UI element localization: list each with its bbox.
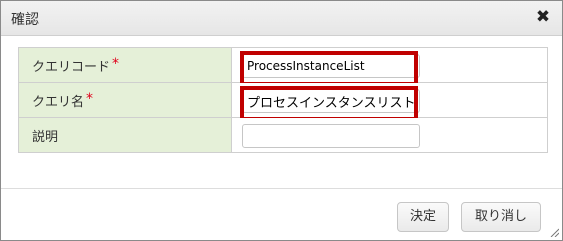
- resize-handle-icon[interactable]: [549, 227, 559, 237]
- query-form-table: クエリコード* クエリ名* 説明: [18, 47, 548, 153]
- close-icon[interactable]: ✖: [534, 8, 552, 26]
- query-name-label: クエリ名: [32, 94, 85, 110]
- description-value-cell: [231, 117, 548, 153]
- description-input[interactable]: [242, 124, 420, 148]
- query-name-label-cell: クエリ名 *: [18, 82, 232, 118]
- footer-divider: [1, 188, 562, 189]
- query-code-value-cell: [231, 47, 548, 86]
- query-code-label-cell: クエリコード *: [18, 47, 232, 83]
- required-mark: *: [86, 90, 94, 107]
- query-name-value-cell: [231, 82, 548, 121]
- query-code-label: クエリコード: [32, 59, 111, 75]
- description-label-cell: 説明: [18, 117, 232, 153]
- form-row-query-code: クエリコード *: [18, 47, 548, 86]
- form-row-description: 説明: [18, 117, 548, 153]
- dialog-title: 確認: [11, 12, 39, 28]
- dialog-titlebar[interactable]: 確認 ✖: [1, 1, 562, 36]
- form-row-query-name: クエリ名 *: [18, 82, 548, 121]
- query-code-input[interactable]: [242, 54, 420, 78]
- ok-button[interactable]: 決定: [397, 202, 449, 232]
- cancel-button[interactable]: 取り消し: [461, 202, 541, 232]
- required-mark: *: [112, 55, 120, 72]
- confirm-dialog: 確認 ✖ クエリコード* クエリ名* 説明: [0, 0, 563, 241]
- query-name-input[interactable]: [242, 89, 420, 113]
- description-label: 説明: [32, 129, 59, 145]
